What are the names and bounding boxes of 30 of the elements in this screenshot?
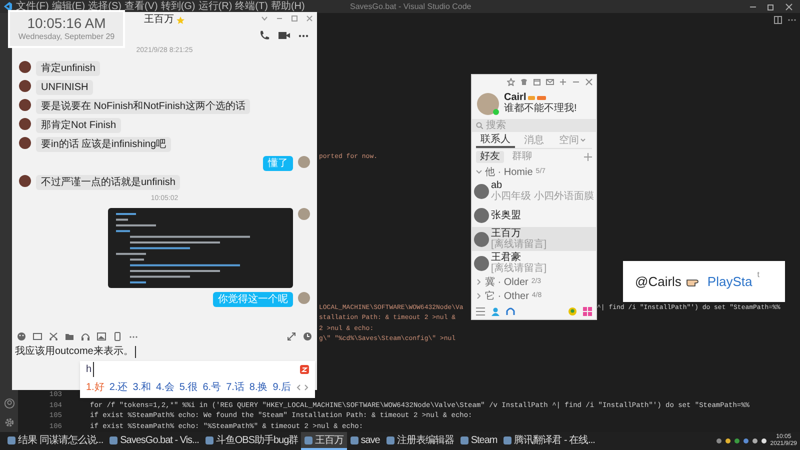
chat-title: 王百万: [144, 14, 174, 26]
message-bubble: 要是说要在 NoFinish和NotFinish这两个选的话: [36, 98, 250, 114]
window-title: SavesGo.bat - Visual Studio Code: [350, 0, 472, 12]
message-bubble: 不过严谨一点的话就是unfinish: [36, 174, 180, 190]
contact-status: [离线请留言]: [491, 263, 547, 274]
playstation-text: PlaySta: [707, 272, 752, 291]
handle-text: @Cairls: [635, 272, 682, 291]
contact-status: 小四年级 小四外语面膜: [491, 191, 594, 202]
contact-name: 张奥盟: [491, 210, 521, 220]
superscript-mark: t: [757, 269, 760, 281]
message-bubble: 懂了: [263, 156, 293, 170]
contact-status: [离线请留言]: [491, 239, 547, 250]
contact-name: ab: [491, 180, 504, 191]
message-bubble: 要in的话 应该是infinishing吧: [36, 136, 172, 152]
message-bubble: 肯定unfinish: [36, 60, 100, 76]
signature-text: 谁都不能不理我!: [504, 103, 577, 115]
clock-time: 10:05:16 AM: [27, 16, 106, 30]
contact-name: 王百万: [491, 228, 521, 239]
group-label: 冀 · Older: [485, 276, 528, 288]
input-text: 我应该用outcome来表示。: [15, 346, 136, 358]
message-bubble: 你觉得这一个呢: [213, 292, 293, 307]
message-bubble: 那肯定Not Finish: [36, 118, 122, 132]
group-label: 他 · Homie: [485, 166, 533, 178]
contact-name: 王君豪: [491, 252, 521, 263]
profile-name: Cairl: [504, 92, 526, 103]
search-placeholder: 搜索: [486, 120, 506, 131]
group-label: 它 · Other: [485, 290, 529, 302]
clock-date: Wednesday, September 29: [18, 30, 115, 42]
ime-input-text: h: [86, 362, 94, 377]
message-bubble: UNFINISH: [36, 80, 94, 94]
